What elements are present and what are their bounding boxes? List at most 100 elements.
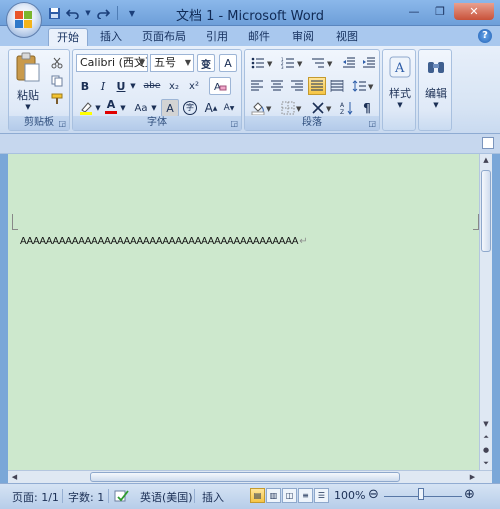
tab-references[interactable]: 引用 (198, 28, 236, 46)
help-icon[interactable]: ? (478, 29, 492, 43)
svg-text:▼: ▼ (267, 60, 273, 68)
tab-review[interactable]: 审阅 (284, 28, 322, 46)
highlight-icon[interactable] (77, 99, 95, 117)
show-marks-icon[interactable]: ¶ (358, 99, 376, 117)
italic-button[interactable]: I (95, 77, 111, 95)
zoom-level[interactable]: 100% (334, 489, 365, 502)
paragraph-mark: ↵ (299, 236, 308, 247)
shrink-font-button[interactable]: A ▼ (221, 99, 237, 117)
grow-font-letter: A (204, 101, 213, 115)
window-controls: — ❐ ✕ (402, 3, 494, 20)
bold-button[interactable]: B (77, 77, 93, 95)
minimize-icon[interactable]: — (402, 3, 426, 20)
align-left-icon[interactable] (248, 77, 266, 95)
enclose-characters-button[interactable]: 字 (181, 99, 199, 117)
print-layout-icon[interactable]: ▤ (250, 488, 265, 503)
decrease-indent-icon[interactable] (340, 54, 358, 72)
document-text[interactable]: AAAAAAAAAAAAAAAAAAAAAAAAAAAAAAAAAAAAAAAA… (20, 236, 308, 247)
horizontal-scroll-thumb[interactable] (90, 472, 400, 482)
paste-icon (16, 52, 40, 82)
styles-label: 样式 (389, 87, 411, 100)
underline-button[interactable]: U (113, 77, 129, 95)
scroll-left-icon[interactable]: ◀ (8, 471, 21, 483)
chevron-down-icon[interactable]: ▼ (129, 77, 137, 95)
shading-icon[interactable]: ▼ (248, 99, 276, 117)
zoom-slider-thumb[interactable] (418, 488, 424, 500)
character-border-button[interactable]: A (219, 54, 237, 72)
vertical-scrollbar[interactable]: ▲ ▼ ⏶ ● ⏷ (479, 154, 492, 470)
close-icon[interactable]: ✕ (454, 3, 494, 20)
line-spacing-icon[interactable]: ▼ (349, 77, 377, 95)
draft-view-icon[interactable]: ☰ (314, 488, 329, 503)
font-size-value: 五号 (154, 56, 176, 69)
character-shading-button[interactable]: A (161, 99, 179, 117)
restore-icon[interactable]: ❐ (428, 3, 452, 20)
superscript-button[interactable]: x² (185, 77, 203, 95)
increase-indent-icon[interactable] (360, 54, 378, 72)
chevron-down-icon[interactable]: ▼ (150, 99, 158, 117)
scroll-down-icon[interactable]: ▼ (480, 418, 492, 431)
tab-insert[interactable]: 插入 (92, 28, 130, 46)
full-screen-reading-icon[interactable]: ▥ (266, 488, 281, 503)
change-case-button[interactable]: Aa (131, 99, 151, 117)
font-group: Calibri (西文正文) ▼ 五号 ▼ 变 A B I U ▼ abe x₂… (72, 49, 242, 131)
view-ruler-icon[interactable] (482, 137, 494, 149)
previous-page-icon[interactable]: ⏶ (480, 431, 492, 444)
strikethrough-button[interactable]: abe (141, 77, 163, 95)
zoom-out-icon[interactable]: ⊖ (368, 487, 379, 502)
tab-view[interactable]: 视图 (328, 28, 366, 46)
dialog-launcher-icon[interactable]: ◲ (368, 119, 376, 128)
font-color-button[interactable]: A (103, 97, 119, 115)
align-center-icon[interactable] (268, 77, 286, 95)
styles-button[interactable]: A 样式 ▼ (385, 56, 415, 109)
document-canvas[interactable]: AAAAAAAAAAAAAAAAAAAAAAAAAAAAAAAAAAAAAAAA… (8, 154, 479, 470)
numbering-icon[interactable]: 1 2 3 ▼ (278, 54, 306, 72)
web-layout-icon[interactable]: ◫ (282, 488, 297, 503)
phonetic-guide-button[interactable]: 变 (197, 54, 215, 72)
office-button[interactable] (6, 2, 42, 38)
format-painter-icon[interactable] (49, 90, 65, 108)
chevron-down-icon: ▼ (138, 58, 145, 67)
dialog-launcher-icon[interactable]: ◲ (58, 119, 66, 128)
next-page-icon[interactable]: ⏷ (480, 457, 492, 470)
page-count[interactable]: 页面: 1/1 (12, 489, 59, 505)
chevron-down-icon[interactable]: ▼ (94, 99, 102, 117)
horizontal-scrollbar[interactable]: ◀ ▶ (8, 470, 492, 483)
svg-text:▼: ▼ (266, 105, 272, 113)
paragraph-group-label: 段落 (245, 116, 379, 130)
tab-page-layout[interactable]: 页面布局 (134, 28, 194, 46)
font-size-combo[interactable]: 五号 ▼ (150, 54, 194, 72)
tab-mailings[interactable]: 邮件 (240, 28, 278, 46)
binoculars-icon (428, 62, 444, 73)
editing-group: 编辑 ▼ (418, 49, 452, 131)
cut-icon[interactable] (49, 54, 65, 72)
editing-button[interactable]: 编辑 ▼ (421, 56, 451, 109)
multilevel-list-icon[interactable]: ▼ (308, 54, 336, 72)
vertical-scroll-thumb[interactable] (481, 170, 491, 252)
borders-icon[interactable]: ▼ (278, 99, 306, 117)
browse-object-icon[interactable]: ● (480, 444, 492, 457)
scroll-up-icon[interactable]: ▲ (480, 154, 492, 167)
language-indicator[interactable]: 英语(美国) (140, 489, 193, 505)
tab-home[interactable]: 开始 (48, 28, 88, 46)
word-count[interactable]: 字数: 1 (68, 489, 104, 505)
proofing-icon[interactable] (114, 489, 130, 506)
chinese-layout-icon[interactable]: ▼ (308, 99, 336, 117)
distributed-icon[interactable] (328, 77, 346, 95)
dialog-launcher-icon[interactable]: ◲ (230, 119, 238, 128)
grow-font-button[interactable]: A ▲ (203, 99, 219, 117)
sort-icon[interactable]: AZ (338, 99, 356, 117)
justify-icon[interactable] (308, 77, 326, 95)
scroll-right-icon[interactable]: ▶ (466, 471, 479, 483)
outline-view-icon[interactable]: ≡ (298, 488, 313, 503)
align-right-icon[interactable] (288, 77, 306, 95)
copy-icon[interactable] (49, 72, 65, 90)
font-name-combo[interactable]: Calibri (西文正文) ▼ (76, 54, 148, 72)
chevron-down-icon[interactable]: ▼ (119, 99, 127, 117)
clear-formatting-icon[interactable]: A (209, 77, 231, 95)
zoom-in-icon[interactable]: ⊕ (464, 487, 475, 502)
paste-button[interactable]: 粘贴 ▼ (13, 52, 43, 111)
bullets-icon[interactable]: ▼ (248, 54, 276, 72)
insert-mode[interactable]: 插入 (202, 489, 224, 505)
subscript-button[interactable]: x₂ (165, 77, 183, 95)
